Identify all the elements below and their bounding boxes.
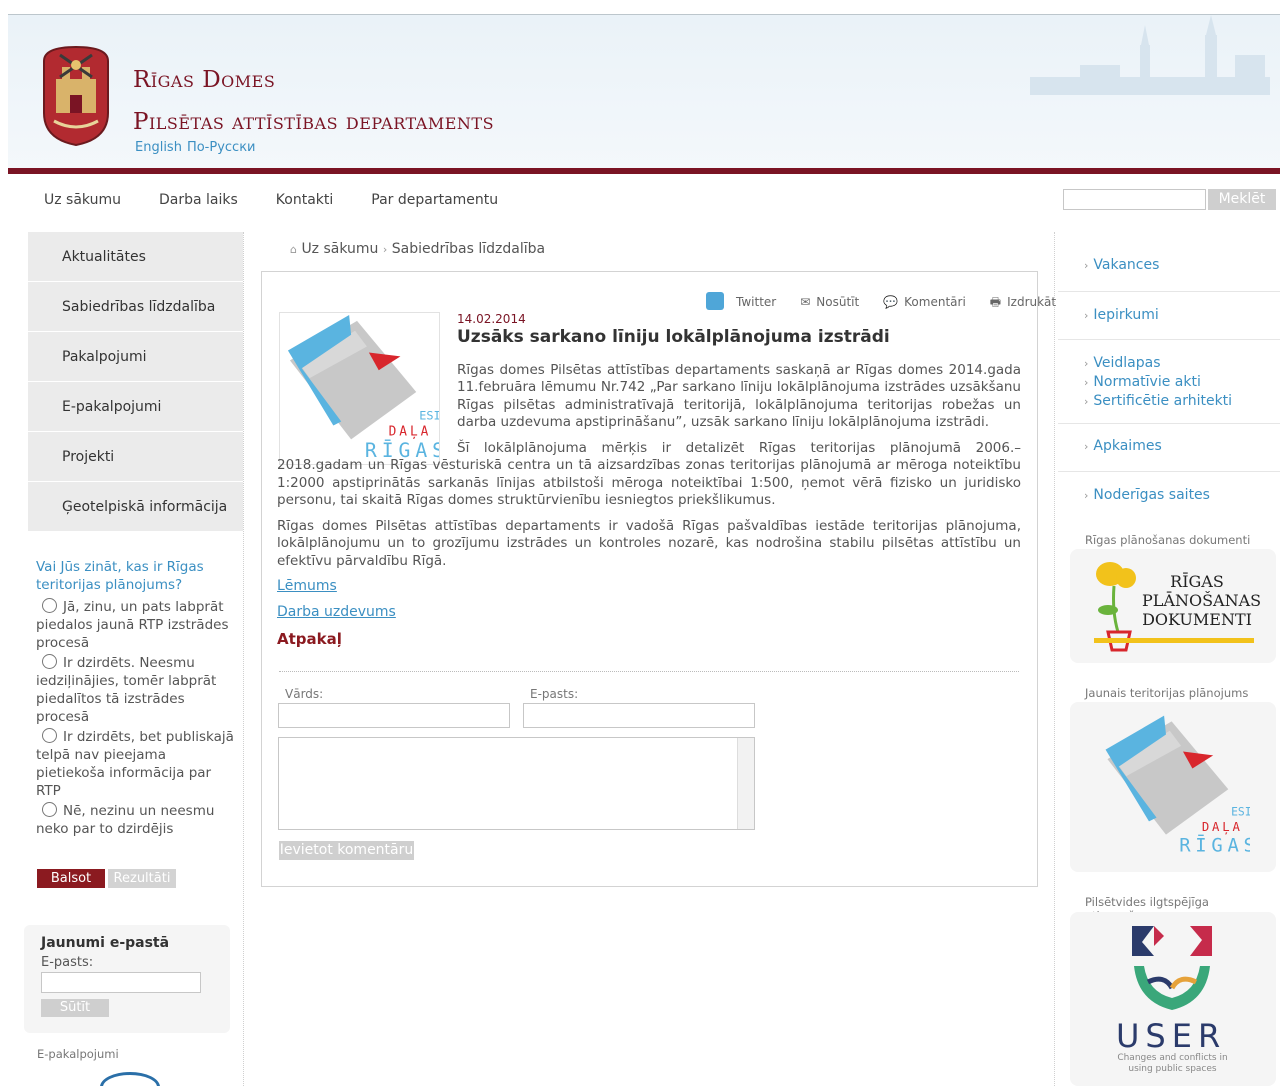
poll-option: Jā, zinu, un pats labprāt piedalos jaunā…: [36, 598, 229, 651]
nav-working-hours[interactable]: Darba laiks: [159, 192, 238, 208]
nav-about[interactable]: Par departamentu: [371, 192, 498, 208]
user-logo-text: USER: [1116, 1017, 1227, 1055]
post-comment-button[interactable]: Ievietot komentāru: [279, 841, 414, 860]
link-architects[interactable]: Sertificētie arhitekti: [1084, 392, 1280, 411]
newsletter-box: Jaunumi e-pastā E-pasts: Sūtīt: [24, 925, 230, 1033]
article-paragraph-1: Rīgas domes Pilsētas attīstības departam…: [457, 362, 1021, 430]
comment-icon: 💬: [883, 295, 899, 309]
article-paragraph-3: Rīgas domes Pilsētas attīstības departam…: [277, 518, 1021, 569]
decision-link[interactable]: Lēmums: [277, 578, 337, 594]
top-navigation: Uz sākumu Darba laiks Kontakti Par departam…: [44, 192, 536, 208]
newsletter-send-button[interactable]: Sūtīt: [41, 999, 109, 1017]
sidebar-nav: Aktualitātes Sabiedrības līdzdalība Paka…: [28, 232, 243, 532]
envelope-icon: ✉: [800, 295, 811, 309]
back-link[interactable]: Atpakaļ: [277, 630, 342, 648]
results-button[interactable]: Rezultāti: [108, 869, 176, 888]
comment-textarea[interactable]: [278, 737, 755, 830]
print-link[interactable]: 🖶 Izdrukāt: [990, 295, 1068, 309]
printer-icon: 🖶: [989, 295, 1002, 309]
article-paragraph-2: Šī lokālplānojuma mērķis ir detalizēt Rī…: [277, 440, 1021, 508]
sidebar-item-eservices[interactable]: E-pakalpojumi: [28, 382, 243, 432]
eservices-icon[interactable]: [100, 1072, 160, 1086]
article-date: 14.02.2014: [457, 312, 526, 326]
column-divider: [1054, 232, 1055, 1086]
site-header: Rīgas Domes Pilsētas attīstības departam…: [8, 14, 1280, 174]
thumb-esi: ESI: [419, 409, 440, 423]
link-vacancies[interactable]: Vakances: [1084, 256, 1280, 275]
lang-russian-link[interactable]: По-Русски: [187, 140, 256, 155]
new-plan-logo: ESI DAĻA RĪGAS: [1105, 715, 1250, 857]
search-input[interactable]: [1063, 189, 1206, 210]
comments-link[interactable]: 💬 Komentāri: [883, 295, 978, 309]
article-title: Uzsāks sarkano līniju lokālplānojuma izs…: [457, 327, 890, 347]
plan-docs-label: Rīgas plānošanas dokumenti: [1085, 533, 1251, 547]
textarea-scrollbar[interactable]: [737, 738, 754, 829]
twitter-share[interactable]: Twitter: [706, 292, 788, 310]
sidebar-item-services[interactable]: Pakalpojumi: [28, 332, 243, 382]
home-icon: ⌂: [290, 243, 297, 256]
poll: Vai Jūs zināt, kas ir Rīgas teritorijas …: [36, 558, 236, 840]
right-links: Vakances Iepirkumi Veidlapas Normatīvie …: [1058, 232, 1280, 517]
sidebar-item-news[interactable]: Aktualitātes: [28, 232, 243, 282]
link-useful[interactable]: Noderīgas saites: [1084, 486, 1280, 505]
name-field[interactable]: [278, 703, 510, 728]
department-title: Pilsētas attīstības departaments: [133, 109, 495, 135]
user-project-icon: [1132, 926, 1212, 1010]
new-plan-label: Jaunais teritorijas plānojums: [1085, 686, 1249, 700]
breadcrumb: ⌂ Uz sākumu › Sabiedrības līdzdalība: [290, 241, 545, 257]
link-regulations[interactable]: Normatīvie akti: [1084, 373, 1280, 392]
email-field[interactable]: [523, 703, 755, 728]
plan-docs-logo-text: RĪGAS PLĀNOŠANAS DOKUMENTI: [1142, 572, 1262, 629]
twitter-icon: [706, 292, 724, 310]
breadcrumb-separator: ›: [382, 243, 388, 256]
thumb-dala: DAĻA: [389, 424, 432, 439]
send-link[interactable]: ✉ Nosūtīt: [800, 295, 871, 309]
poll-actions: Balsot Rezultāti: [37, 867, 176, 888]
poll-option: Nē, nezinu un neesmu neko par to dzirdēj…: [36, 802, 215, 837]
newsletter-email-label: E-pasts:: [41, 955, 94, 970]
header-divider: [8, 168, 1280, 174]
skyline-image: [1030, 15, 1270, 95]
nav-contacts[interactable]: Kontakti: [276, 192, 333, 208]
nav-home[interactable]: Uz sākumu: [44, 192, 121, 208]
language-switcher: English По-Русски: [135, 140, 261, 155]
eservices-label: E-pakalpojumi: [37, 1047, 119, 1061]
breadcrumb-current: Sabiedrības līdzdalība: [391, 241, 546, 257]
poll-radio[interactable]: [42, 598, 57, 613]
task-link[interactable]: Darba uzdevums: [277, 604, 396, 620]
article-tools: Twitter ✉ Nosūtīt 💬 Komentāri 🖶 Izdrukāt: [706, 292, 1080, 314]
svg-text:DAĻA: DAĻA: [1202, 820, 1243, 835]
riga-coat-of-arms-logo[interactable]: [40, 43, 112, 147]
poll-option: Ir dzirdēts, bet publiskajā telpā nav pi…: [36, 728, 234, 799]
poll-radio[interactable]: [42, 728, 57, 743]
link-forms[interactable]: Veidlapas: [1084, 354, 1280, 373]
name-label: Vārds:: [285, 687, 324, 701]
search-button[interactable]: Meklēt: [1208, 189, 1276, 210]
sidebar-item-geospatial[interactable]: Ģeotelpiskā informācija: [28, 482, 243, 532]
lang-english-link[interactable]: English: [135, 140, 182, 155]
link-neighbourhoods[interactable]: Apkaimes: [1084, 437, 1280, 456]
org-title: Rīgas Domes: [133, 67, 276, 93]
poll-radio[interactable]: [42, 654, 57, 669]
email-label: E-pasts:: [530, 687, 579, 701]
svg-text:ESI: ESI: [1231, 805, 1250, 819]
sidebar-item-participation[interactable]: Sabiedrības līdzdalība: [28, 282, 243, 332]
poll-question: Vai Jūs zināt, kas ir Rīgas teritorijas …: [36, 559, 204, 593]
breadcrumb-home[interactable]: Uz sākumu: [301, 241, 378, 257]
user-subtitle: Changes and conflicts in using public sp…: [1117, 1053, 1228, 1074]
svg-text:RĪGAS: RĪGAS: [1179, 833, 1250, 857]
link-procurement[interactable]: Iepirkumi: [1084, 306, 1280, 325]
poll-radio[interactable]: [42, 802, 57, 817]
column-divider: [243, 232, 244, 1086]
newsletter-title: Jaunumi e-pastā: [41, 935, 170, 951]
sidebar-item-projects[interactable]: Projekti: [28, 432, 243, 482]
vote-button[interactable]: Balsot: [37, 869, 105, 888]
poll-option: Ir dzirdēts. Neesmu iedziļinājies, tomēr…: [36, 654, 217, 725]
comment-divider: [279, 671, 1019, 672]
newsletter-email-field[interactable]: [41, 972, 201, 993]
